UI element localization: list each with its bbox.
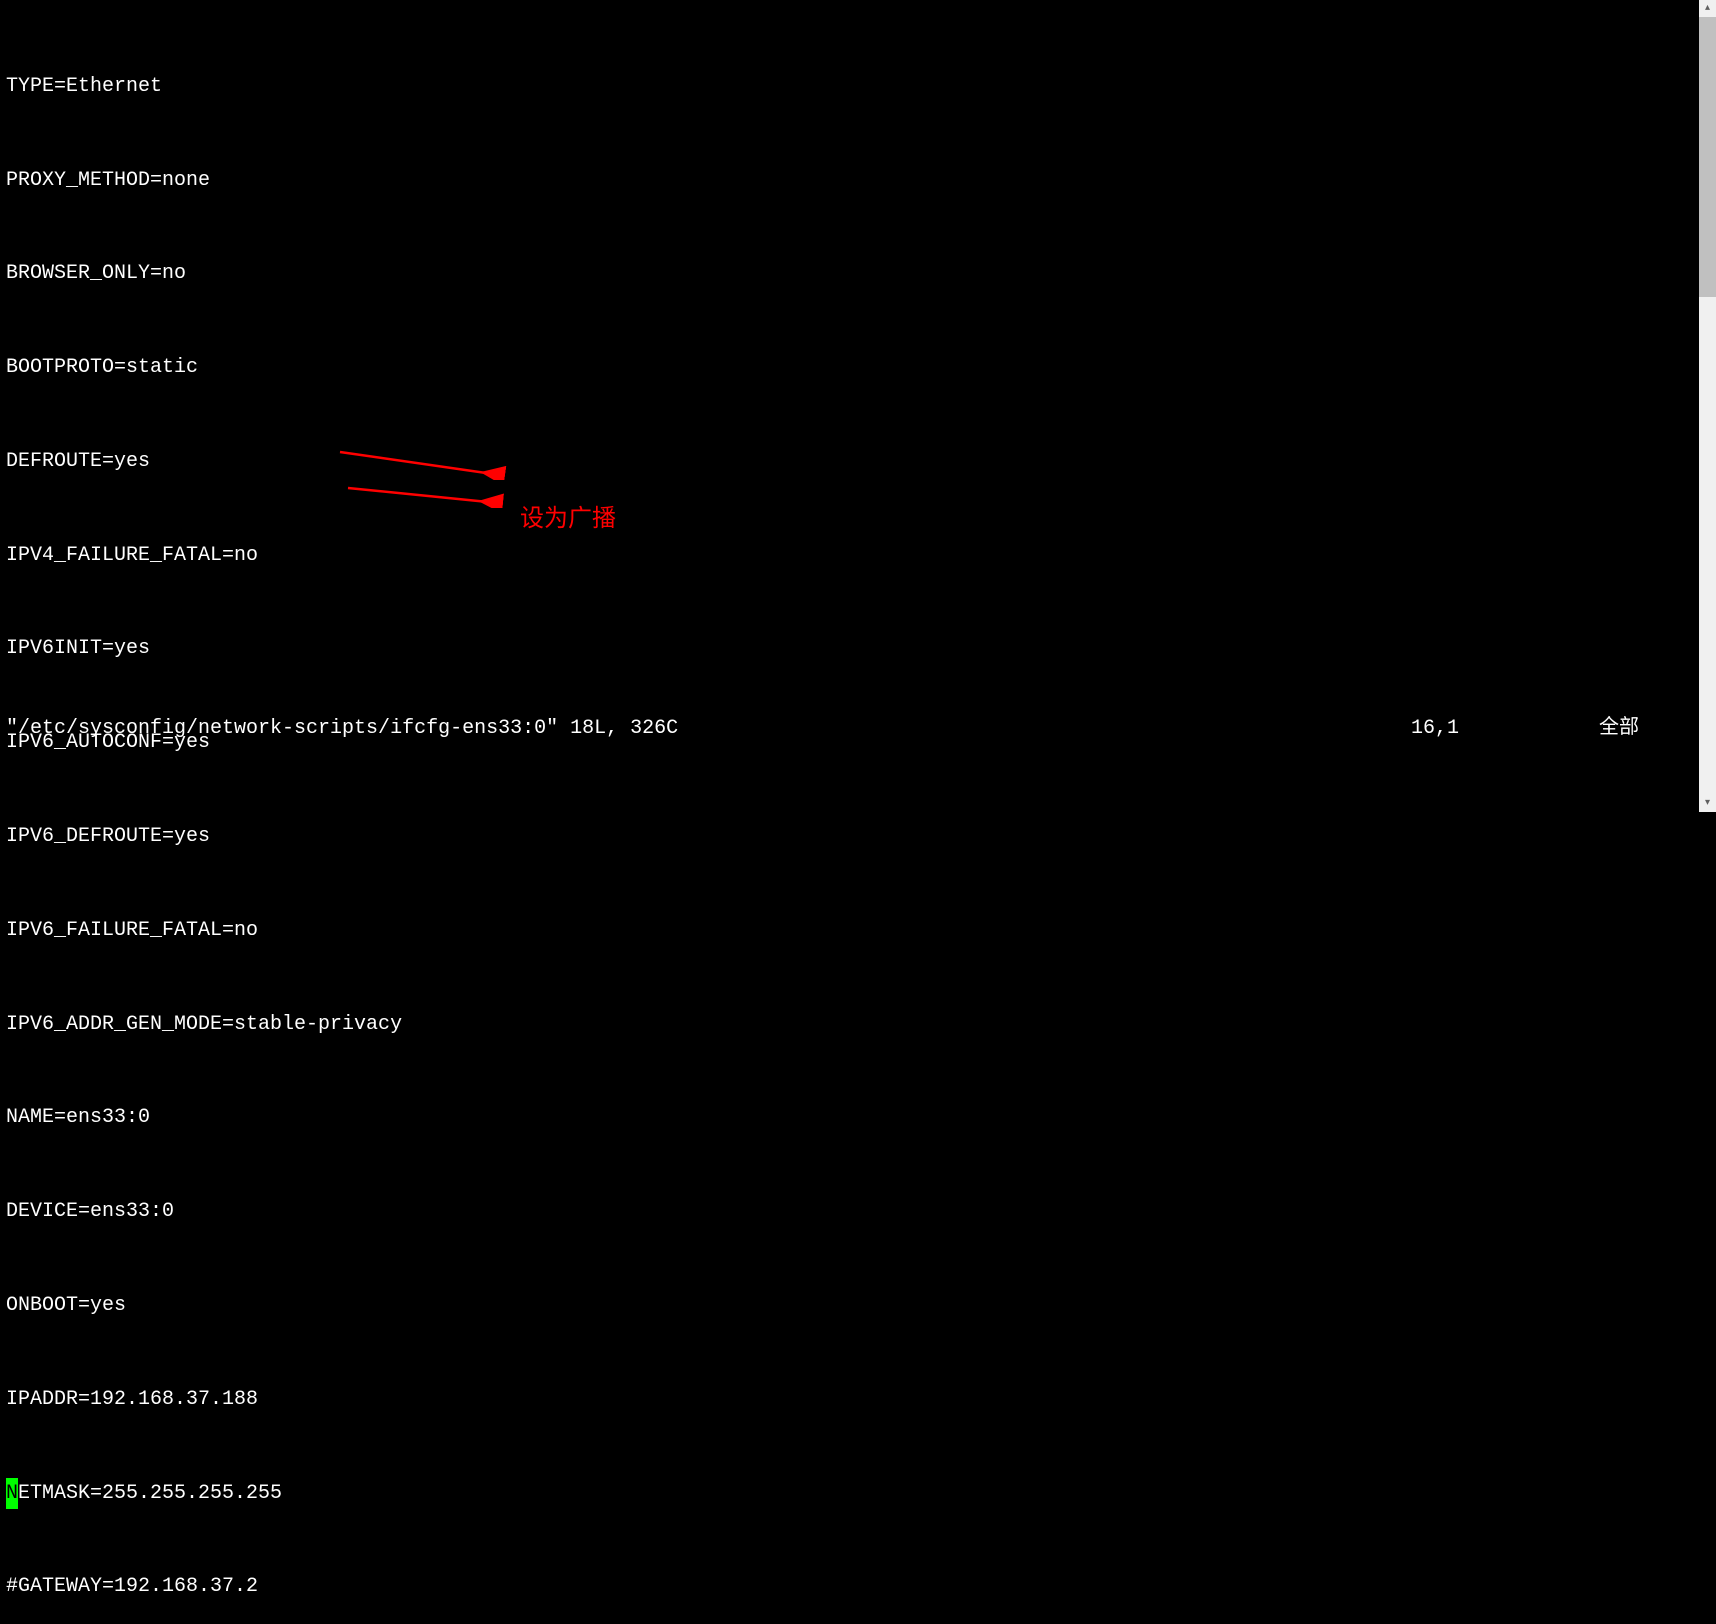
vertical-scrollbar[interactable]: ▴ ▾ bbox=[1699, 0, 1716, 812]
file-line: ONBOOT=yes bbox=[6, 1290, 1699, 1321]
file-line: #GATEWAY=192.168.37.2 bbox=[6, 1571, 1699, 1602]
file-line: IPADDR=192.168.37.188 bbox=[6, 1384, 1699, 1415]
file-line: IPV6_ADDR_GEN_MODE=stable-privacy bbox=[6, 1009, 1699, 1040]
file-line: IPV6_FAILURE_FATAL=no bbox=[6, 915, 1699, 946]
status-cursor-position: 16,1 bbox=[1411, 713, 1459, 744]
file-line: BROWSER_ONLY=no bbox=[6, 258, 1699, 289]
file-line: TYPE=Ethernet bbox=[6, 71, 1699, 102]
status-filename: "/etc/sysconfig/network-scripts/ifcfg-en… bbox=[6, 713, 678, 744]
scroll-up-button[interactable]: ▴ bbox=[1699, 0, 1716, 17]
file-line: DEVICE=ens33:0 bbox=[6, 1196, 1699, 1227]
file-line: NAME=ens33:0 bbox=[6, 1102, 1699, 1133]
scrollbar-thumb[interactable] bbox=[1699, 17, 1716, 297]
vim-status-bar: "/etc/sysconfig/network-scripts/ifcfg-en… bbox=[6, 713, 1699, 744]
file-line: DEFROUTE=yes bbox=[6, 446, 1699, 477]
file-line: BOOTPROTO=static bbox=[6, 352, 1699, 383]
file-line: IPV6INIT=yes bbox=[6, 633, 1699, 664]
status-scroll-percent: 全部 bbox=[1599, 713, 1639, 744]
terminal-editor[interactable]: TYPE=Ethernet PROXY_METHOD=none BROWSER_… bbox=[0, 0, 1699, 812]
cursor: N bbox=[6, 1478, 18, 1509]
file-line: IPV6_DEFROUTE=yes bbox=[6, 821, 1699, 852]
annotation-label: 设为广播 bbox=[520, 500, 616, 538]
scroll-down-button[interactable]: ▾ bbox=[1699, 795, 1716, 812]
file-line-cursor: NETMASK=255.255.255.255 bbox=[6, 1478, 1699, 1509]
file-line: PROXY_METHOD=none bbox=[6, 165, 1699, 196]
file-line: IPV4_FAILURE_FATAL=no bbox=[6, 540, 1699, 571]
